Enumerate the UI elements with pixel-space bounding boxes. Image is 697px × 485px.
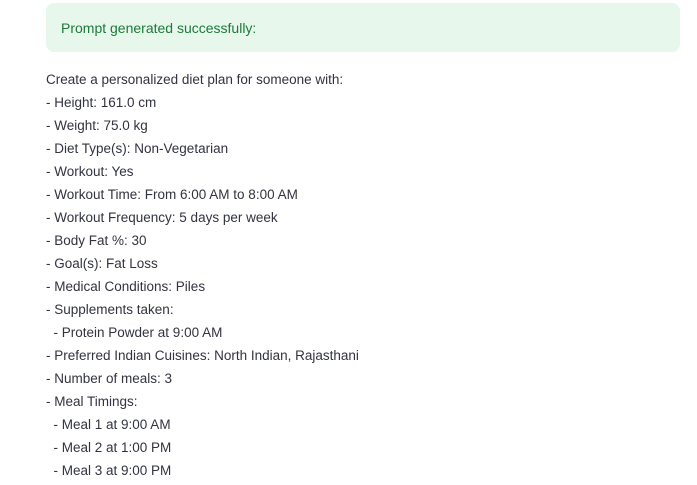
prompt-line-supplement-item: - Protein Powder at 9:00 AM: [46, 325, 223, 340]
prompt-line-cuisines: - Preferred Indian Cuisines: North India…: [46, 348, 359, 363]
prompt-line-goals: - Goal(s): Fat Loss: [46, 256, 158, 271]
prompt-line-workout-frequency: - Workout Frequency: 5 days per week: [46, 210, 278, 225]
prompt-line-meal-3: - Meal 3 at 9:00 PM: [46, 463, 172, 478]
prompt-line-height: - Height: 161.0 cm: [46, 95, 157, 110]
prompt-line-weight: - Weight: 75.0 kg: [46, 118, 148, 133]
prompt-line-supplements: - Supplements taken:: [46, 302, 174, 317]
prompt-line-intro: Create a personalized diet plan for some…: [46, 72, 344, 87]
generated-prompt: Create a personalized diet plan for some…: [46, 68, 686, 482]
prompt-line-number-of-meals: - Number of meals: 3: [46, 371, 173, 386]
prompt-line-meal-timings: - Meal Timings:: [46, 394, 138, 409]
prompt-line-body-fat: - Body Fat %: 30: [46, 233, 147, 248]
prompt-line-workout-time: - Workout Time: From 6:00 AM to 8:00 AM: [46, 187, 298, 202]
success-message: Prompt generated successfully:: [61, 19, 257, 36]
success-alert: Prompt generated successfully:: [46, 3, 680, 52]
prompt-line-workout: - Workout: Yes: [46, 164, 134, 179]
prompt-line-medical-conditions: - Medical Conditions: Piles: [46, 279, 206, 294]
prompt-line-diet-type: - Diet Type(s): Non-Vegetarian: [46, 141, 229, 156]
prompt-line-meal-1: - Meal 1 at 9:00 AM: [46, 417, 171, 432]
prompt-line-meal-2: - Meal 2 at 1:00 PM: [46, 440, 172, 455]
